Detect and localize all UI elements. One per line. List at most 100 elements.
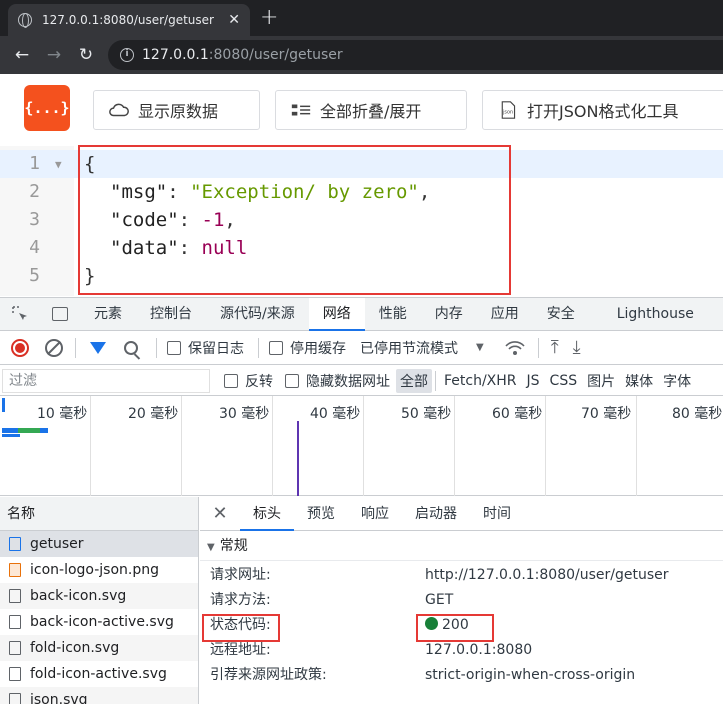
invert-checkbox[interactable]: 反转 <box>224 371 273 391</box>
filter-type-media[interactable]: 媒体 <box>620 371 658 391</box>
request-name: back-icon-active.svg <box>30 614 174 630</box>
tab-preview[interactable]: 预览 <box>294 497 348 531</box>
json-code-view: 1 ▼ { 2 "msg": "Exception/ by zero", 3 "… <box>0 145 723 296</box>
filter-icon[interactable] <box>90 341 106 354</box>
tab-security[interactable]: 安全 <box>533 298 589 331</box>
record-icon[interactable] <box>11 338 29 357</box>
dom-content-loaded-line <box>297 421 299 496</box>
filter-type-img[interactable]: 图片 <box>582 371 620 391</box>
throttling-select[interactable]: 已停用节流模式 ▼ <box>360 338 484 358</box>
tab-application[interactable]: 应用 <box>477 298 533 331</box>
import-har-icon[interactable]: ⤒ <box>551 337 559 358</box>
triangle-down-icon: ▼ <box>207 542 215 553</box>
list-item[interactable]: fold-icon-active.svg <box>0 661 198 687</box>
network-toolbar: 保留日志 停用缓存 已停用节流模式 ▼ ⤒ ⤓ <box>0 331 723 365</box>
tab-lighthouse[interactable]: Lighthouse <box>589 298 708 331</box>
fold-toggle-icon[interactable]: ▼ <box>55 151 62 179</box>
svg-file-icon <box>9 615 21 629</box>
tab-elements[interactable]: 元素 <box>80 298 136 331</box>
list-item[interactable]: fold-icon.svg <box>0 635 198 661</box>
tab-sources[interactable]: 源代码/来源 <box>206 298 309 331</box>
clear-icon[interactable] <box>45 338 63 357</box>
reload-icon[interactable]: ↻ <box>70 45 102 65</box>
address-bar[interactable]: i 127.0.0.1:8080/user/getuser <box>108 40 723 70</box>
preserve-log-label: 保留日志 <box>188 340 244 357</box>
open-formatter-label: 打开JSON格式化工具 <box>527 102 679 121</box>
inspect-element-icon[interactable] <box>0 298 40 331</box>
close-tab-icon[interactable]: ✕ <box>228 12 240 28</box>
back-arrow-icon[interactable]: ← <box>6 45 38 65</box>
tab-timing[interactable]: 时间 <box>470 497 524 531</box>
timeline-tick-label: 10 毫秒 <box>37 406 88 422</box>
header-row: 请求方法: GET <box>200 588 723 613</box>
site-info-icon[interactable]: i <box>120 48 134 62</box>
tab-headers[interactable]: 标头 <box>240 497 294 531</box>
tab-network[interactable]: 网络 <box>308 297 365 331</box>
tab-memory[interactable]: 内存 <box>421 298 477 331</box>
timeline-marker <box>2 398 5 412</box>
tab-initiator[interactable]: 启动器 <box>402 497 470 531</box>
general-section-header[interactable]: ▼ 常规 <box>200 531 723 561</box>
document-icon <box>9 537 21 551</box>
header-key: 请求方法: <box>210 592 271 608</box>
svg-file-icon <box>9 641 21 655</box>
filter-type-css[interactable]: CSS <box>545 373 583 389</box>
line-number: 1 <box>29 153 40 174</box>
filter-type-all[interactable]: 全部 <box>396 368 432 393</box>
request-name: getuser <box>30 536 84 552</box>
json-viewer-logo: {...} <box>24 85 70 131</box>
list-item[interactable]: back-icon-active.svg <box>0 609 198 635</box>
filter-row: 过滤 反转 隐藏数据网址 全部 Fetch/XHR JS CSS 图片 媒体 字… <box>0 366 723 396</box>
details-tabbar: ✕ 标头 预览 响应 启动器 时间 <box>200 497 723 531</box>
request-name: icon-logo-json.png <box>30 562 160 578</box>
show-raw-button[interactable]: 显示原数据 <box>93 90 260 130</box>
list-item[interactable]: json.svg <box>0 687 198 704</box>
new-tab-icon[interactable]: + <box>260 5 278 30</box>
filter-input[interactable]: 过滤 <box>2 368 210 393</box>
tab-response[interactable]: 响应 <box>348 497 402 531</box>
network-conditions-icon[interactable] <box>504 339 526 357</box>
preserve-log-checkbox[interactable]: 保留日志 <box>167 338 244 358</box>
filter-type-xhr[interactable]: Fetch/XHR <box>439 373 522 389</box>
request-name: back-icon.svg <box>30 588 127 604</box>
fold-all-label: 全部折叠/展开 <box>320 102 422 121</box>
close-icon[interactable]: ✕ <box>200 503 240 524</box>
timeline-bar <box>2 434 20 437</box>
request-details: ✕ 标头 预览 响应 启动器 时间 ▼ 常规 请求网址: http://127.0… <box>200 497 723 704</box>
timeline-tick-label: 60 毫秒 <box>492 406 543 422</box>
open-formatter-button[interactable]: json 打开JSON格式化工具 <box>482 90 723 130</box>
list-item[interactable]: back-icon.svg <box>0 583 198 609</box>
export-har-icon[interactable]: ⤓ <box>573 337 581 358</box>
network-overview-timeline[interactable]: 10 毫秒 20 毫秒 30 毫秒 40 毫秒 50 毫秒 60 毫秒 70 毫… <box>0 396 723 496</box>
timeline-tick-label: 20 毫秒 <box>128 406 179 422</box>
tab-performance[interactable]: 性能 <box>365 298 421 331</box>
url-path: :8080/user/getuser <box>208 47 343 63</box>
filter-type-font[interactable]: 字体 <box>658 371 696 391</box>
fold-all-button[interactable]: 全部折叠/展开 <box>275 90 467 130</box>
list-item[interactable]: icon-logo-json.png <box>0 557 198 583</box>
hide-data-urls-checkbox[interactable]: 隐藏数据网址 <box>285 371 390 391</box>
request-list: 名称 getuser icon-logo-json.png back-icon.… <box>0 497 199 704</box>
header-key: 请求网址: <box>210 567 271 583</box>
line-number: 2 <box>29 181 40 202</box>
fold-icon <box>291 104 311 116</box>
forward-arrow-icon[interactable]: → <box>38 45 70 65</box>
list-item[interactable]: getuser <box>0 531 198 557</box>
tab-console[interactable]: 控制台 <box>136 298 206 331</box>
image-icon <box>9 563 21 577</box>
invert-label: 反转 <box>245 373 273 390</box>
names-column-header[interactable]: 名称 <box>0 497 198 531</box>
browser-tab[interactable]: 127.0.0.1:8080/user/getuser ✕ <box>8 4 250 36</box>
browser-toolbar: ← → ↻ i 127.0.0.1:8080/user/getuser <box>0 36 723 74</box>
highlight-box-status-value <box>416 614 494 642</box>
timeline-tick-label: 70 毫秒 <box>581 406 632 422</box>
search-icon[interactable] <box>124 340 138 355</box>
devtools-tabbar: 元素 控制台 源代码/来源 网络 性能 内存 应用 安全 Lighthouse <box>0 297 723 331</box>
checkbox-icon <box>167 340 181 355</box>
general-section-label: 常规 <box>219 538 248 554</box>
filter-type-js[interactable]: JS <box>522 373 545 389</box>
disable-cache-checkbox[interactable]: 停用缓存 <box>269 338 346 358</box>
device-toolbar-icon[interactable] <box>40 298 80 331</box>
timeline-tick-label: 40 毫秒 <box>310 406 361 422</box>
highlight-box-json <box>78 145 511 295</box>
